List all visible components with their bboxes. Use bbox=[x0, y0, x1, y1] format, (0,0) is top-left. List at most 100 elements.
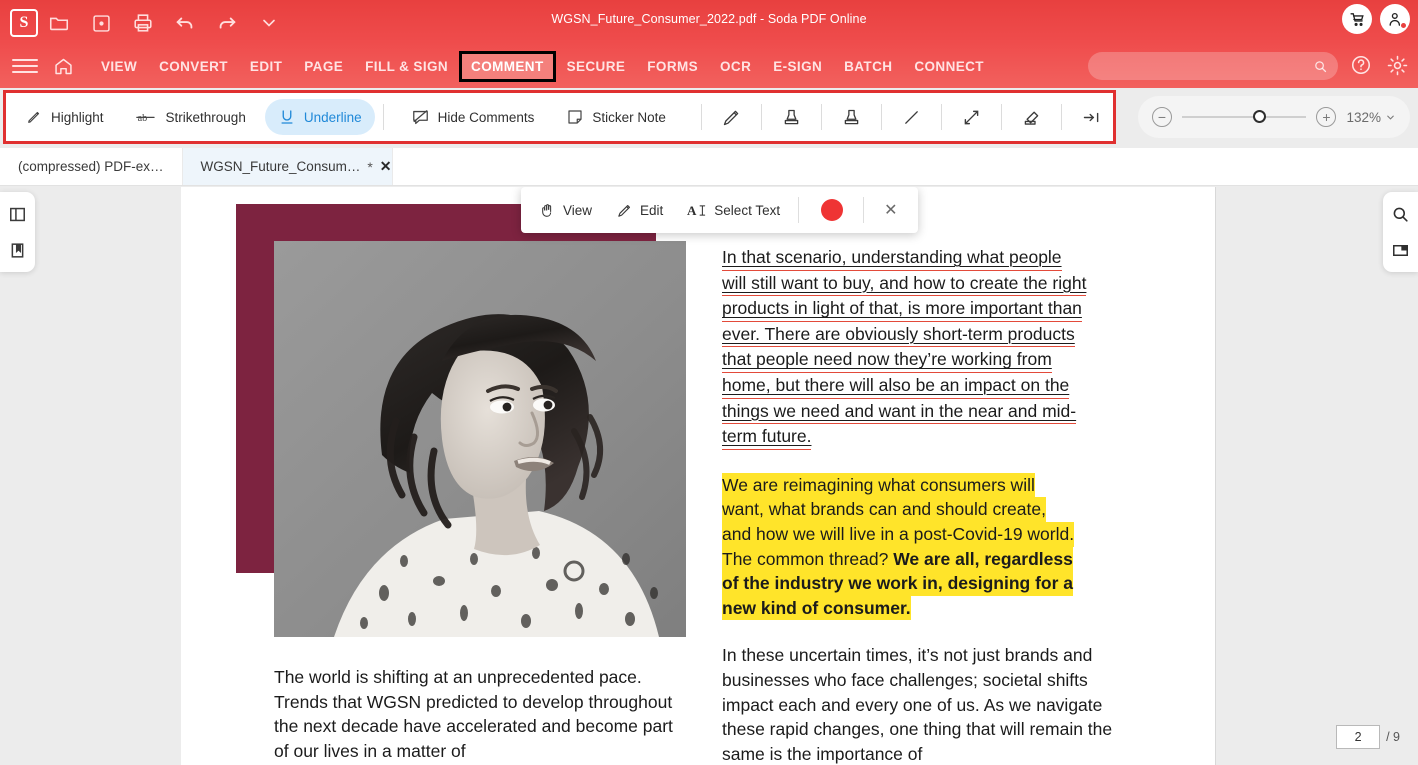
open-folder-icon[interactable] bbox=[38, 6, 80, 40]
double-arrow-icon[interactable] bbox=[950, 98, 993, 136]
svg-text:A: A bbox=[687, 203, 697, 218]
page-total-label: / 9 bbox=[1386, 730, 1400, 744]
soda-pdf-app: S WGSN_Future_Consumer_2022.pdf - Soda P… bbox=[0, 0, 1418, 765]
undo-icon[interactable] bbox=[164, 6, 206, 40]
menu-item-edit[interactable]: EDIT bbox=[239, 52, 293, 81]
zoom-slider-track[interactable] bbox=[1182, 110, 1307, 123]
zoom-level-dropdown[interactable]: 132% bbox=[1346, 110, 1396, 125]
menu-item-ocr[interactable]: OCR bbox=[709, 52, 762, 81]
gear-icon[interactable] bbox=[1384, 52, 1410, 78]
toolbar-divider-3 bbox=[760, 104, 762, 130]
page-number-input[interactable] bbox=[1336, 725, 1381, 749]
page-indicator: / 9 bbox=[1332, 723, 1404, 751]
bookmark-page-icon[interactable] bbox=[6, 238, 30, 262]
header-search[interactable] bbox=[1088, 52, 1338, 80]
menu-item-page[interactable]: PAGE bbox=[293, 52, 354, 81]
float-toolbar-divider-2 bbox=[863, 197, 865, 223]
select-text-icon: A bbox=[687, 203, 706, 218]
menu-item-forms[interactable]: FORMS bbox=[636, 52, 709, 81]
strikethrough-tool-button[interactable]: ab Strikethrough bbox=[123, 99, 259, 135]
toolbar-divider-7 bbox=[1001, 104, 1002, 130]
stamp-icon[interactable] bbox=[770, 98, 813, 136]
text-line: want, what brands can and should create, bbox=[722, 497, 1046, 522]
underline-u-icon bbox=[281, 110, 293, 124]
tab-label: (compressed) PDF-ex… bbox=[18, 159, 164, 174]
select-text-label: Select Text bbox=[714, 202, 781, 218]
highlight-tool-button[interactable]: Highlight bbox=[12, 99, 117, 135]
user-account-icon[interactable] bbox=[1380, 4, 1410, 34]
underline-tool-label: Underline bbox=[303, 109, 362, 125]
hide-comments-button[interactable]: Hide Comments bbox=[398, 99, 548, 135]
menu-item-connect[interactable]: CONNECT bbox=[903, 52, 995, 81]
menu-item-fill-and-sign[interactable]: FILL & SIGN bbox=[354, 52, 459, 81]
text-line: In these uncertain times, it’s not just … bbox=[722, 645, 1059, 666]
text-line: In that scenario, understanding what peo… bbox=[722, 245, 1062, 271]
svg-text:ab: ab bbox=[137, 113, 147, 124]
menu-item-secure[interactable]: SECURE bbox=[556, 52, 637, 81]
portrait-photo-woman-grayscale bbox=[274, 241, 686, 637]
zoom-out-button[interactable]: − bbox=[1152, 107, 1172, 127]
menu-item-e-sign[interactable]: E-SIGN bbox=[762, 52, 833, 81]
document-left-column[interactable]: The world is shifting at an unprecedente… bbox=[274, 665, 674, 765]
highlighter-pen-icon bbox=[28, 111, 40, 123]
zoom-in-button[interactable]: + bbox=[1316, 107, 1337, 127]
view-mode-button[interactable]: View bbox=[527, 191, 604, 229]
chevron-down-icon[interactable] bbox=[248, 6, 290, 40]
edit-mode-button[interactable]: Edit bbox=[604, 191, 675, 229]
menu-item-comment[interactable]: COMMENT bbox=[459, 50, 556, 82]
menu-item-view[interactable]: VIEW bbox=[90, 52, 148, 81]
help-question-icon[interactable] bbox=[1348, 52, 1374, 78]
main-menu: VIEW CONVERT EDIT PAGE FILL & SIGN COMME… bbox=[90, 50, 995, 82]
paragraph-underlined-annotation[interactable]: In that scenario, understanding what peo… bbox=[722, 245, 1142, 450]
print-icon[interactable] bbox=[122, 6, 164, 40]
tab-modified-indicator: * bbox=[367, 158, 373, 175]
annotation-color-swatch[interactable] bbox=[821, 199, 844, 221]
menu-item-convert[interactable]: CONVERT bbox=[148, 52, 239, 81]
text-line: The common thread? We are all, regardles… bbox=[722, 546, 1073, 572]
select-text-button[interactable]: A Select Text bbox=[675, 191, 792, 229]
right-side-rail bbox=[1383, 192, 1418, 272]
zoom-slider-knob[interactable] bbox=[1252, 110, 1266, 123]
hide-comments-label: Hide Comments bbox=[437, 109, 535, 125]
toolbar-divider-8 bbox=[1061, 104, 1062, 130]
app-header: S WGSN_Future_Consumer_2022.pdf - Soda P… bbox=[0, 0, 1418, 88]
sticker-note-label: Sticker Note bbox=[592, 109, 666, 125]
underline-tool-button[interactable]: Underline bbox=[264, 99, 375, 135]
save-icon[interactable] bbox=[80, 6, 122, 40]
document-tab-compressed[interactable]: (compressed) PDF-ex… bbox=[0, 148, 183, 185]
search-input[interactable] bbox=[1098, 59, 1313, 73]
toolbar-divider bbox=[382, 104, 384, 130]
arrow-in-icon[interactable] bbox=[1070, 98, 1113, 136]
sticker-note-button[interactable]: Sticker Note bbox=[553, 99, 679, 135]
pdf-page[interactable]: The world is shifting at an unprecedente… bbox=[181, 187, 1216, 765]
document-tab-wgsn[interactable]: WGSN_Future_Consum… * ✕ bbox=[182, 148, 393, 185]
strikethrough-tool-label: Strikethrough bbox=[165, 109, 246, 125]
close-icon[interactable]: ✕ bbox=[380, 158, 392, 175]
menu-item-batch[interactable]: BATCH bbox=[833, 52, 903, 81]
paragraph-right-3: In these uncertain times, it’s not just … bbox=[722, 643, 1142, 765]
stamp-alt-icon[interactable] bbox=[830, 98, 873, 136]
eraser-icon[interactable] bbox=[1010, 98, 1053, 136]
thumbnail-panel-icon[interactable] bbox=[1389, 238, 1413, 262]
panel-layout-icon[interactable] bbox=[6, 202, 30, 226]
text-line: that people need now they’re working fro… bbox=[722, 347, 1052, 373]
text-line: products in light of that, is more impor… bbox=[722, 296, 1082, 322]
edit-mode-label: Edit bbox=[640, 202, 664, 218]
toolbar-divider-5 bbox=[880, 104, 882, 130]
pencil-icon[interactable] bbox=[710, 98, 753, 136]
text-line: will still want to buy, and how to creat… bbox=[722, 271, 1087, 297]
redo-icon[interactable] bbox=[206, 6, 248, 40]
hamburger-menu-icon[interactable] bbox=[12, 53, 38, 79]
soda-logo-button[interactable]: S bbox=[10, 9, 38, 37]
toolbar-divider-6 bbox=[940, 104, 942, 130]
pencil-edit-icon bbox=[618, 204, 631, 217]
search-icon[interactable] bbox=[1389, 202, 1413, 226]
paragraph-left-1: The world is shifting at an unprecedente… bbox=[274, 665, 674, 763]
close-icon[interactable]: ✕ bbox=[870, 200, 911, 220]
home-icon[interactable] bbox=[50, 53, 76, 79]
line-icon[interactable] bbox=[890, 98, 933, 136]
zoom-control: − + 132% bbox=[1138, 96, 1410, 138]
shopping-cart-icon[interactable] bbox=[1342, 4, 1372, 34]
paragraph-highlighted-annotation[interactable]: We are reimagining what consumers will w… bbox=[722, 472, 1142, 621]
document-right-column[interactable]: In that scenario, understanding what peo… bbox=[722, 245, 1142, 765]
